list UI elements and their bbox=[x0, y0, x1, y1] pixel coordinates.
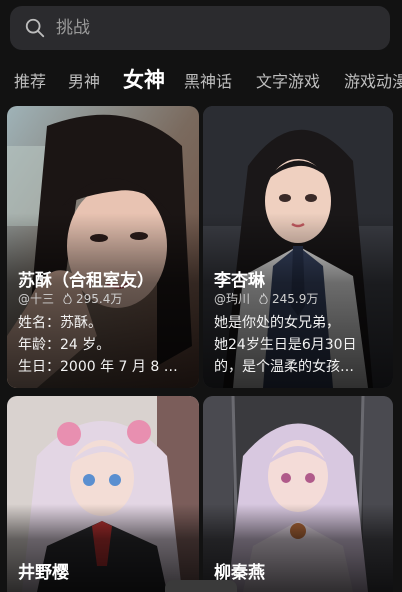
character-description: 她是你处的女兄弟， 她24岁生日是6月30日 的，是个温柔的女孩… bbox=[214, 312, 384, 378]
description-line: 的，是个温柔的女孩… bbox=[214, 359, 354, 375]
character-card[interactable]: 李杏琳 @玙川 245.9万 她是你处的女兄弟， 她24岁生日是6月30日 的，… bbox=[203, 106, 393, 388]
tab-recommend[interactable]: 推荐 bbox=[14, 68, 46, 92]
popularity-count: 295.4万 bbox=[76, 292, 123, 306]
search-input[interactable] bbox=[54, 17, 358, 39]
flame-icon bbox=[259, 293, 268, 304]
description-line: 她是你处的女兄弟， bbox=[214, 315, 340, 331]
category-tabs: 推荐 男神 女神 黑神话 文字游戏 游戏动漫 bbox=[0, 58, 402, 98]
tab-text-games[interactable]: 文字游戏 bbox=[256, 68, 320, 92]
description-line: 她24岁生日是6月30日 bbox=[214, 337, 357, 353]
character-name: 李杏琳 bbox=[214, 271, 265, 291]
character-name: 苏酥（合租室友） bbox=[18, 271, 154, 291]
card-meta: @十三 295.4万 bbox=[18, 290, 122, 307]
flame-icon bbox=[63, 293, 72, 304]
character-name: 井野樱 bbox=[18, 563, 69, 583]
tab-female[interactable]: 女神 bbox=[123, 64, 165, 94]
description-line: 年龄：24 岁。 bbox=[18, 337, 111, 353]
search-bar[interactable] bbox=[10, 6, 390, 50]
character-card[interactable]: 苏酥（合租室友） @十三 295.4万 姓名：苏酥。 年龄：24 岁。 生日：2… bbox=[7, 106, 199, 388]
character-card[interactable]: 井野樱 bbox=[7, 396, 199, 592]
character-card[interactable]: 柳秦燕 bbox=[203, 396, 393, 592]
tab-male[interactable]: 男神 bbox=[68, 68, 100, 92]
author-name: @玙川 bbox=[214, 292, 251, 306]
popularity-count: 245.9万 bbox=[272, 292, 319, 306]
author-name: @十三 bbox=[18, 292, 55, 306]
search-icon bbox=[25, 18, 45, 38]
description-line: 姓名：苏酥。 bbox=[18, 315, 102, 331]
card-meta: @玙川 245.9万 bbox=[214, 290, 318, 307]
bottom-handle[interactable] bbox=[165, 580, 237, 592]
character-description: 姓名：苏酥。 年龄：24 岁。 生日：2000 年 7 月 8 … bbox=[18, 312, 190, 378]
tab-games-anime[interactable]: 游戏动漫 bbox=[344, 68, 402, 92]
description-line: 生日：2000 年 7 月 8 … bbox=[18, 359, 178, 375]
tab-black-myth[interactable]: 黑神话 bbox=[184, 68, 232, 92]
